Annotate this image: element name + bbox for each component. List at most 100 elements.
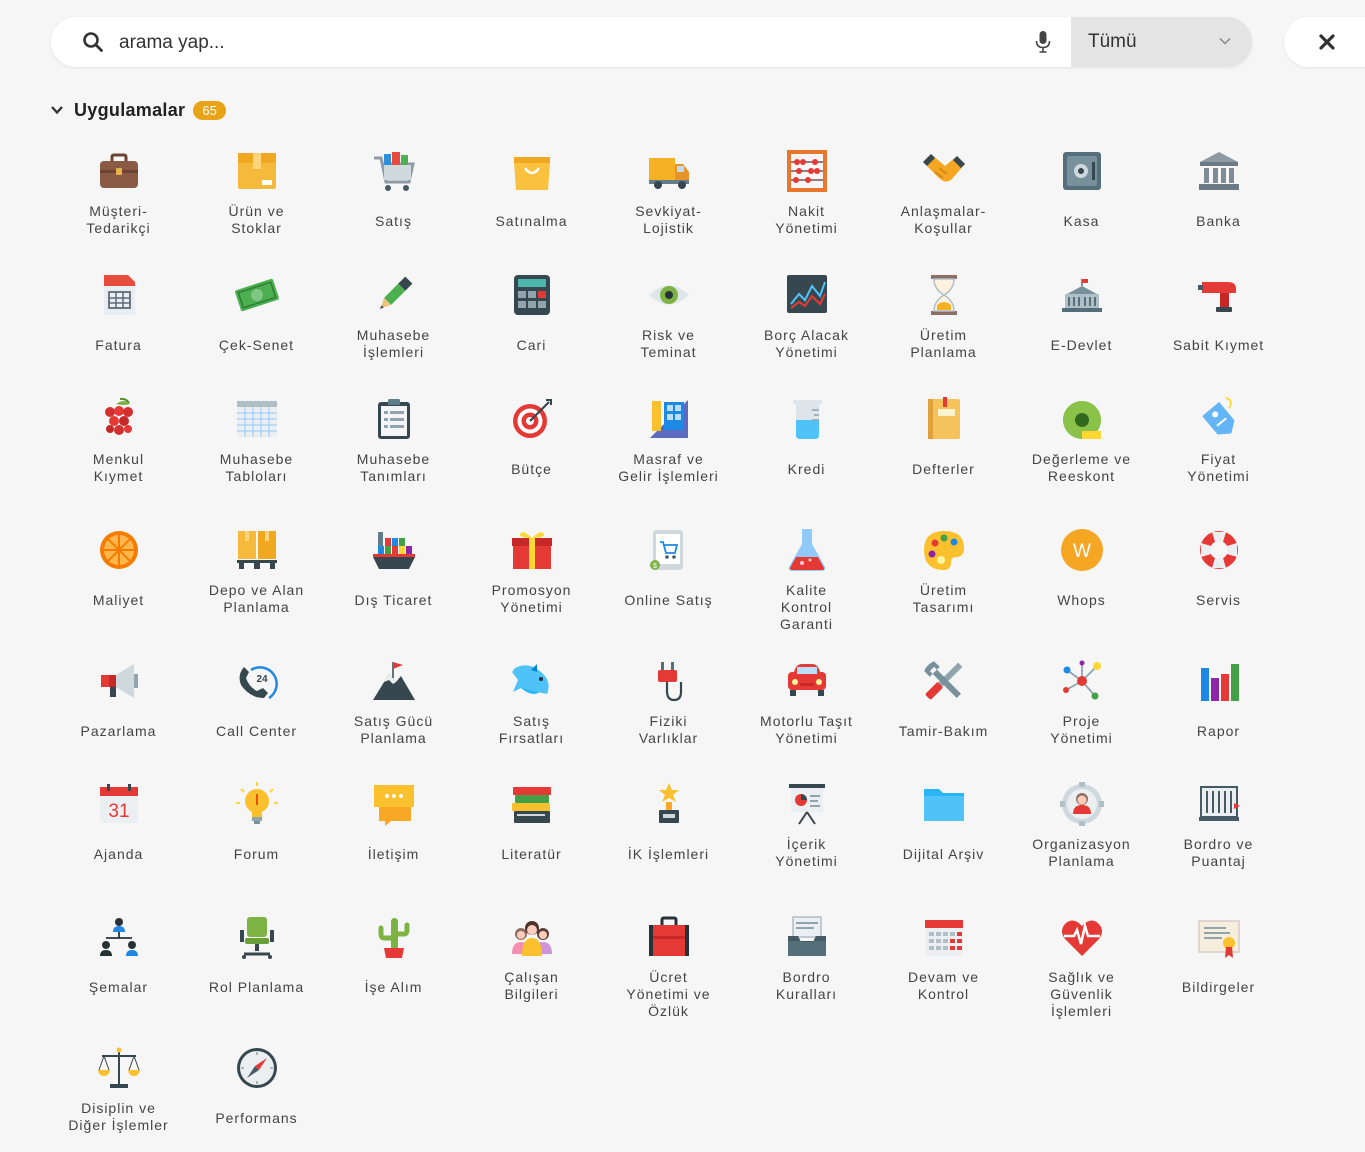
app-tile[interactable]: Anlaşmalar- Koşullar [875, 140, 1012, 255]
app-tile[interactable]: Menkul Kıymet [50, 388, 187, 503]
app-tile[interactable]: Sevkiyat- Lojistik [600, 140, 737, 255]
app-tile-label: Değerleme ve Reeskont [1031, 451, 1132, 484]
app-tile-label: Organizasyon Planlama [1032, 836, 1131, 869]
clipboard-icon [378, 399, 410, 439]
app-tile[interactable]: Servis [1150, 519, 1287, 634]
app-tile[interactable]: Müşteri- Tedarikçi [50, 140, 187, 255]
app-tile[interactable]: İletişim [325, 773, 462, 888]
app-tile[interactable]: Kredi [738, 388, 875, 503]
pen-icon [379, 276, 413, 310]
app-tile[interactable]: Şemalar [50, 906, 187, 1021]
app-tile[interactable]: Organizasyon Planlama [1013, 773, 1150, 888]
count-badge: 65 [193, 100, 226, 120]
app-tile[interactable]: Muhasebe Tanımları [325, 388, 462, 503]
close-button[interactable] [1284, 17, 1365, 67]
app-tile[interactable]: Dijital Arşiv [875, 773, 1012, 888]
app-tile-label: Disiplin ve Diğer İşlemler [68, 1100, 169, 1133]
app-tile[interactable]: Bordro Kuralları [738, 906, 875, 1021]
wrench-screwdriver-icon [924, 661, 963, 700]
app-tile[interactable]: Fiziki Varlıklar [600, 650, 737, 765]
phone-24-icon: 24 [239, 666, 278, 700]
app-tile-label: Depo ve Alan Planlama [208, 582, 305, 615]
app-tile[interactable]: Satış [325, 140, 462, 255]
folder-icon [924, 789, 964, 821]
app-tile[interactable]: Çek-Senet [188, 264, 325, 379]
price-tag-icon [1202, 397, 1235, 435]
app-tile[interactable]: Promosyon Yönetimi [463, 519, 600, 634]
app-tile[interactable]: $ Online Satış [600, 519, 737, 634]
app-tile[interactable]: Pazarlama [50, 650, 187, 765]
app-tile[interactable]: Fiyat Yönetimi [1150, 388, 1287, 503]
app-tile[interactable]: Masraf ve Gelir İşlemleri [600, 388, 737, 503]
app-tile[interactable]: 24 Call Center [188, 650, 325, 765]
app-tile[interactable]: E-Devlet [1013, 264, 1150, 379]
app-tile[interactable]: 31 Ajanda [50, 773, 187, 888]
app-tile[interactable]: Ücret Yönetimi ve Özlük [600, 906, 737, 1021]
app-tile[interactable]: Satınalma [463, 140, 600, 255]
app-tile[interactable]: Bütçe [463, 388, 600, 503]
category-filter-select[interactable]: Tümü [1071, 17, 1252, 67]
app-tile[interactable]: W Whops [1013, 519, 1150, 634]
app-tile[interactable]: Değerleme ve Reeskont [1013, 388, 1150, 503]
app-tile[interactable]: Bordro ve Puantaj [1150, 773, 1287, 888]
app-tile[interactable]: Dış Ticaret [325, 519, 462, 634]
app-tile[interactable]: Fatura [50, 264, 187, 379]
app-tile[interactable]: Risk ve Teminat [600, 264, 737, 379]
scales-icon [98, 1047, 140, 1088]
microphone-icon[interactable] [1033, 30, 1053, 54]
app-tile-label: Defterler [912, 461, 975, 477]
app-tile-label: Satış [375, 213, 412, 229]
books-icon [512, 787, 551, 823]
app-tile[interactable]: Satış Fırsatları [463, 650, 600, 765]
app-tile[interactable]: Nakit Yönetimi [738, 140, 875, 255]
app-tile-label: Ücret Yönetimi ve Özlük [626, 969, 711, 1019]
app-tile[interactable]: Muhasebe İşlemleri [325, 264, 462, 379]
app-tile[interactable]: Sağlık ve Güvenlik İşlemleri [1013, 906, 1150, 1021]
app-tile[interactable]: Sabit Kıymet [1150, 264, 1287, 379]
app-tile[interactable]: Motorlu Taşıt Yönetimi [738, 650, 875, 765]
app-tile[interactable]: Literatür [463, 773, 600, 888]
app-tile-label: Bildirgeler [1181, 979, 1256, 995]
app-tile[interactable]: Depo ve Alan Planlama [188, 519, 325, 634]
section-title: Uygulamalar [74, 99, 186, 120]
app-tile[interactable]: Rapor [1150, 650, 1287, 765]
app-tile[interactable]: İşe Alım [325, 906, 462, 1021]
app-tile[interactable]: Defterler [875, 388, 1012, 503]
app-tile-label: Borç Alacak Yönetimi [764, 327, 849, 360]
app-tile[interactable]: Satış Gücü Planlama [325, 650, 462, 765]
app-tile[interactable]: Kalite Kontrol Garanti [738, 519, 875, 634]
app-tile-label: İçerik Yönetimi [775, 836, 838, 869]
app-tile[interactable]: Forum [188, 773, 325, 888]
app-tile[interactable]: Üretim Tasarımı [875, 519, 1012, 634]
app-tile[interactable]: Maliyet [50, 519, 187, 634]
app-tile[interactable]: Ürün ve Stoklar [188, 140, 325, 255]
app-tile[interactable]: Performans [188, 1037, 325, 1152]
app-tile[interactable]: Cari [463, 264, 600, 379]
app-tile[interactable]: Rol Planlama [188, 906, 325, 1021]
app-tile-label: Whops [1057, 592, 1106, 608]
app-tile[interactable]: Bildirgeler [1150, 906, 1287, 1021]
cart-icon [374, 152, 415, 191]
box-icon [238, 153, 276, 189]
app-tile[interactable]: Muhasebe Tabloları [188, 388, 325, 503]
app-tile[interactable]: Proje Yönetimi [1013, 650, 1150, 765]
svg-text:W: W [1073, 541, 1091, 562]
app-tile[interactable]: Devam ve Kontrol [875, 906, 1012, 1021]
app-tile[interactable]: Üretim Planlama [875, 264, 1012, 379]
app-tile-label: Şemalar [88, 979, 149, 995]
app-tile[interactable]: Tamir-Bakım [875, 650, 1012, 765]
app-tile[interactable]: Banka [1150, 140, 1287, 255]
grapes-icon [105, 397, 133, 435]
app-tile-label: Dijital Arşiv [902, 846, 985, 862]
app-tile[interactable]: Borç Alacak Yönetimi [738, 264, 875, 379]
app-tile[interactable]: Çalışan Bilgileri [463, 906, 600, 1021]
heart-pulse-icon [1062, 920, 1102, 956]
compass-icon [237, 1048, 277, 1088]
app-tile-label: Online Satış [624, 592, 713, 608]
app-tile[interactable]: İK İşlemleri [600, 773, 737, 888]
search-input[interactable] [117, 17, 1021, 67]
app-tile[interactable]: İçerik Yönetimi [738, 773, 875, 888]
section-toggle-applications[interactable]: Uygulamalar 65 [50, 98, 226, 122]
app-tile[interactable]: Kasa [1013, 140, 1150, 255]
app-tile[interactable]: Disiplin ve Diğer İşlemler [50, 1037, 187, 1152]
